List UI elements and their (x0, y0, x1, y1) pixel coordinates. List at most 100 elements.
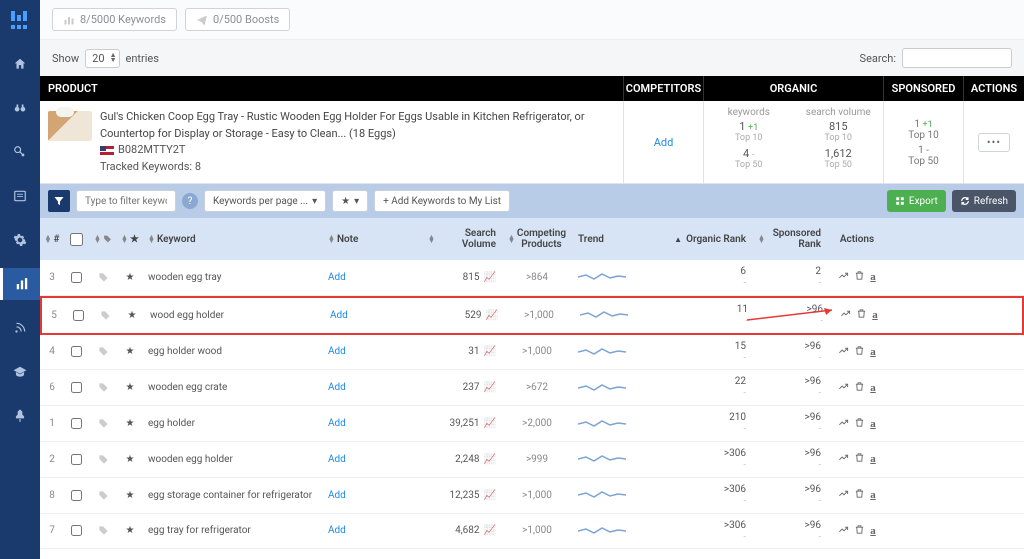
filter-keywords-input[interactable] (76, 190, 176, 212)
row-star-icon[interactable]: ★ (118, 260, 142, 295)
trend-chart-icon[interactable]: 📈 (484, 346, 496, 357)
amazon-icon[interactable]: a (870, 418, 876, 430)
col-tag[interactable]: ▲▼ (88, 224, 118, 254)
amazon-icon[interactable]: a (870, 489, 876, 501)
nav-graduation-icon[interactable] (0, 356, 40, 388)
trend-chart-icon[interactable]: 📈 (486, 310, 498, 321)
amazon-icon[interactable]: a (870, 382, 876, 394)
product-actions-menu[interactable]: ••• (978, 133, 1010, 152)
trash-icon[interactable] (854, 524, 865, 538)
col-checkbox[interactable] (64, 224, 88, 254)
row-organic-rank: 15- (632, 335, 752, 370)
row-star-icon[interactable]: ★ (118, 514, 142, 549)
amazon-icon[interactable]: a (870, 525, 876, 537)
add-note-link[interactable]: Add (328, 418, 346, 429)
add-note-link[interactable]: Add (328, 272, 346, 283)
row-star-icon[interactable]: ★ (120, 298, 144, 333)
col-organic-rank[interactable]: ▲Organic Rank (632, 224, 752, 254)
row-star-icon[interactable]: ★ (118, 335, 142, 370)
add-note-link[interactable]: Add (330, 310, 348, 321)
analytics-icon[interactable] (838, 488, 849, 502)
row-keyword: wooden egg tray (142, 260, 322, 295)
trend-chart-icon[interactable]: 📈 (484, 382, 496, 393)
nav-gear-icon[interactable] (0, 224, 40, 256)
entries-select[interactable]: 20 ▲▼ (85, 49, 119, 68)
row-checkbox[interactable] (64, 478, 88, 513)
amazon-icon[interactable]: a (872, 309, 878, 321)
trash-icon[interactable] (856, 308, 867, 322)
trend-chart-icon[interactable]: 📈 (484, 454, 496, 465)
row-star-icon[interactable]: ★ (118, 406, 142, 441)
add-competitor-link[interactable]: Add (654, 136, 674, 149)
row-star-icon[interactable]: ★ (118, 370, 142, 405)
row-tag-icon[interactable] (88, 406, 118, 441)
nav-home-icon[interactable] (0, 48, 40, 80)
row-tag-icon[interactable] (88, 335, 118, 370)
funnel-icon[interactable] (48, 190, 70, 212)
add-note-link[interactable]: Add (328, 525, 346, 536)
export-button[interactable]: Export (887, 190, 946, 212)
trash-icon[interactable] (854, 270, 865, 284)
trash-icon[interactable] (854, 452, 865, 466)
row-tag-icon[interactable] (88, 370, 118, 405)
row-checkbox[interactable] (64, 442, 88, 477)
row-checkbox[interactable] (66, 298, 90, 333)
row-note: Add (322, 370, 422, 405)
row-star-icon[interactable]: ★ (118, 442, 142, 477)
perpage-select[interactable]: Keywords per page ... ▾ (204, 190, 326, 212)
row-competing-products: >1,000 (502, 514, 572, 549)
help-icon[interactable]: ? (182, 193, 198, 209)
add-keywords-button[interactable]: + Add Keywords to My List (374, 190, 510, 212)
nav-pin-icon[interactable] (0, 400, 40, 432)
trend-chart-icon[interactable]: 📈 (484, 418, 496, 429)
amazon-icon[interactable]: a (870, 453, 876, 465)
col-keyword[interactable]: ▲▼Keyword (142, 224, 322, 254)
analytics-icon[interactable] (838, 452, 849, 466)
col-search-volume[interactable]: ▲▼Search Volume (422, 224, 502, 254)
nav-news-icon[interactable] (0, 180, 40, 212)
trash-icon[interactable] (854, 488, 865, 502)
nav-stats-icon[interactable] (0, 268, 40, 300)
nav-key-icon[interactable] (0, 136, 40, 168)
trash-icon[interactable] (854, 417, 865, 431)
row-tag-icon[interactable] (88, 442, 118, 477)
analytics-icon[interactable] (838, 270, 849, 284)
row-checkbox[interactable] (64, 260, 88, 295)
row-tag-icon[interactable] (88, 514, 118, 549)
trash-icon[interactable] (854, 381, 865, 395)
add-note-link[interactable]: Add (328, 382, 346, 393)
row-checkbox[interactable] (64, 370, 88, 405)
col-note[interactable]: ▲▼Note (322, 224, 422, 254)
trend-chart-icon[interactable]: 📈 (484, 525, 496, 536)
row-checkbox[interactable] (64, 514, 88, 549)
search-input[interactable] (902, 48, 1012, 68)
nav-satellite-icon[interactable] (0, 312, 40, 344)
row-star-icon[interactable]: ★ (118, 478, 142, 513)
col-star[interactable]: ▲▼★ (118, 224, 142, 254)
row-tag-icon[interactable] (90, 298, 120, 333)
analytics-icon[interactable] (838, 345, 849, 359)
add-note-link[interactable]: Add (328, 454, 346, 465)
analytics-icon[interactable] (838, 381, 849, 395)
refresh-button[interactable]: Refresh (952, 190, 1016, 212)
amazon-icon[interactable]: a (870, 271, 876, 283)
trend-chart-icon[interactable]: 📈 (484, 490, 496, 501)
amazon-icon[interactable]: a (870, 346, 876, 358)
nav-binoculars-icon[interactable] (0, 92, 40, 124)
row-checkbox[interactable] (64, 406, 88, 441)
analytics-icon[interactable] (838, 524, 849, 538)
add-note-link[interactable]: Add (328, 490, 346, 501)
col-sponsored-rank[interactable]: ▲▼Sponsored Rank (752, 224, 827, 254)
row-checkbox[interactable] (64, 335, 88, 370)
analytics-icon[interactable] (838, 417, 849, 431)
col-competing-products[interactable]: ▲▼Competing Products (502, 224, 572, 254)
analytics-icon[interactable] (840, 308, 851, 322)
row-tag-icon[interactable] (88, 478, 118, 513)
star-filter-button[interactable]: ★ ▾ (332, 190, 368, 212)
add-note-link[interactable]: Add (328, 346, 346, 357)
trend-chart-icon[interactable]: 📈 (484, 272, 496, 283)
row-tag-icon[interactable] (88, 260, 118, 295)
col-index[interactable]: ▲▼# (40, 224, 64, 254)
row-sponsored-rank: >96- (752, 478, 827, 513)
trash-icon[interactable] (854, 345, 865, 359)
